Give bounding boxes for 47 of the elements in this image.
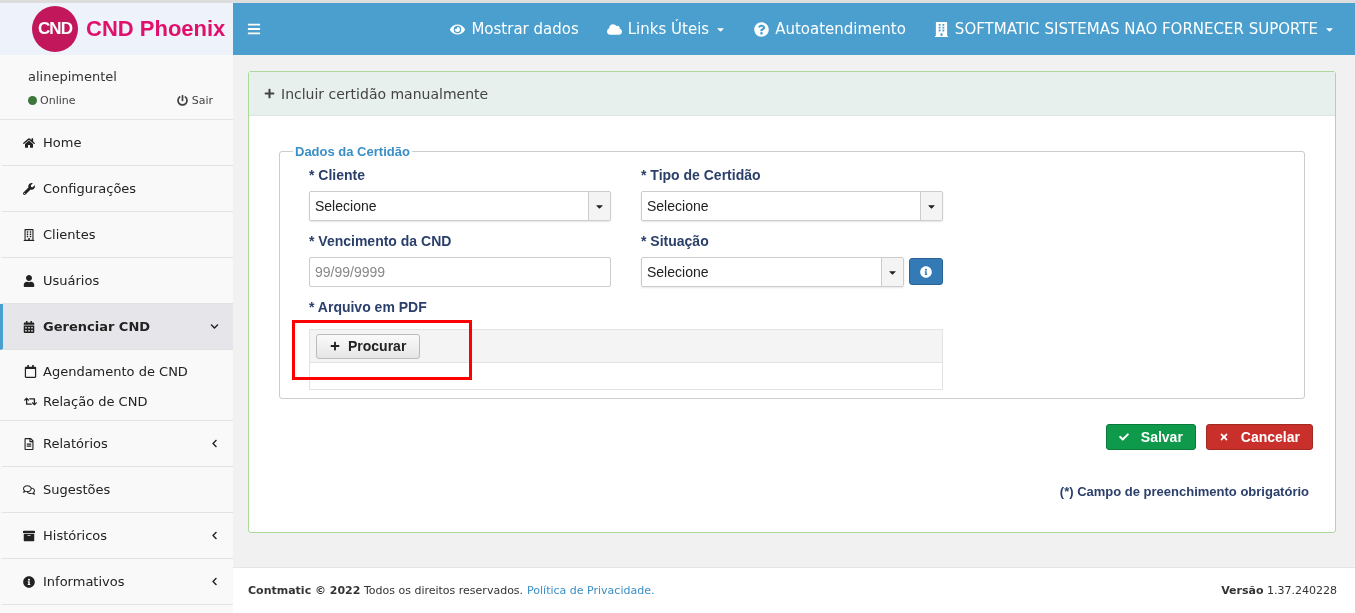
- button-icon: [1118, 432, 1129, 442]
- power-icon: [176, 95, 188, 106]
- field-label: * Tipo de Certidão: [641, 167, 762, 183]
- user-name: alinepimentel: [28, 69, 118, 84]
- panel-title: Incluir certidão manualmente: [281, 85, 489, 102]
- sidebar-item[interactable]: Sugestões: [0, 467, 233, 513]
- submenu-item[interactable]: Relação de CND: [24, 386, 233, 416]
- sidebar-item[interactable]: Históricos: [0, 513, 233, 559]
- sidebar-item[interactable]: Clientes: [0, 212, 233, 258]
- action-button[interactable]: Salvar: [1105, 424, 1196, 450]
- field-label: * Situação: [641, 233, 710, 249]
- submenu-icon: [24, 364, 37, 378]
- field-label: * Vencimento da CND: [309, 233, 453, 249]
- field-label: * Arquivo em PDF: [309, 299, 428, 315]
- caret-icon: [881, 258, 903, 286]
- sidebar-item[interactable]: Configurações: [0, 166, 233, 212]
- select-field[interactable]: Selecione: [641, 191, 943, 221]
- caret-icon: [920, 192, 942, 220]
- topbar-icon: [933, 21, 949, 37]
- required-note: (*) Campo de preenchimento obrigatório: [1059, 484, 1309, 499]
- button-icon: [1218, 432, 1229, 442]
- version-text: Versão 1.37.240228: [1221, 584, 1337, 597]
- topbar-icon: [606, 21, 622, 37]
- select-field[interactable]: Selecione: [641, 257, 904, 287]
- status-text: Online: [40, 94, 76, 107]
- field-label: * Cliente: [309, 167, 366, 183]
- fieldset-legend: Dados da Certidão: [293, 144, 412, 159]
- sidebar-item[interactable]: Home: [0, 120, 233, 166]
- brand-name: CND Phoenix: [86, 16, 226, 42]
- sidebar-item[interactable]: Gerenciar CND: [0, 304, 233, 350]
- sidebar-item[interactable]: Informativos: [0, 559, 233, 605]
- plus-icon: [264, 88, 275, 99]
- topbar-icon: [754, 21, 770, 37]
- plus-icon: [330, 341, 340, 351]
- caret-icon: [588, 192, 610, 220]
- submenu-item[interactable]: Agendamento de CND: [24, 356, 233, 386]
- privacy-link[interactable]: Política de Privacidade.: [527, 584, 655, 597]
- info-button[interactable]: [909, 258, 943, 285]
- logout-link[interactable]: Sair: [176, 94, 213, 107]
- action-button[interactable]: Cancelar: [1205, 424, 1313, 450]
- browse-button[interactable]: Procurar: [316, 333, 421, 359]
- date-input-field[interactable]: 99/99/9999: [309, 257, 611, 287]
- info-icon: [920, 265, 932, 278]
- select-field[interactable]: Selecione: [309, 191, 611, 221]
- logo-icon: CND: [32, 6, 78, 52]
- sidebar-item[interactable]: Relatórios: [0, 421, 233, 467]
- copyright-text: Contmatic © 2022 Todos os direitos reservados.: [248, 584, 524, 597]
